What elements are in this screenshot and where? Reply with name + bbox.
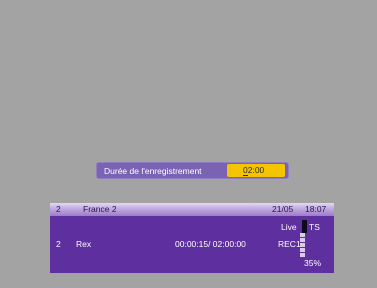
- level-segment: [300, 238, 305, 242]
- recording-slot-label: REC1: [278, 239, 301, 249]
- storage-level-percent: 35%: [304, 258, 322, 268]
- clock-display: 18:07: [305, 204, 327, 214]
- recording-duration-dialog: Durée de l'enregistrement 02:00: [96, 162, 289, 179]
- channel-number: 2: [56, 204, 61, 214]
- timeshift-label: TS: [309, 222, 320, 232]
- level-segment: [300, 253, 305, 257]
- recording-duration-value: 02:00: [243, 165, 265, 175]
- recording-progress-time: 00:00:15/ 02:00:00: [175, 239, 246, 249]
- program-number: 2: [56, 239, 61, 249]
- channel-info-bar: 2 France 2 21/05 18:07 Live TS 2 Rex 00:…: [50, 203, 334, 273]
- level-segment: [300, 243, 305, 247]
- level-segment: [300, 233, 305, 237]
- edit-cursor: [243, 175, 248, 176]
- recording-duration-input[interactable]: 02:00: [227, 164, 285, 177]
- program-name: Rex: [76, 239, 92, 249]
- channel-name: France 2: [83, 204, 117, 214]
- recording-duration-label: Durée de l'enregistrement: [104, 166, 202, 176]
- timeshift-marker: [302, 220, 307, 233]
- date-display: 21/05: [272, 204, 294, 214]
- live-label: Live: [281, 222, 297, 232]
- level-segment: [300, 248, 305, 252]
- info-bar-header: 2 France 2 21/05 18:07: [50, 203, 334, 216]
- tv-screen: Durée de l'enregistrement 02:00 2 France…: [0, 0, 377, 288]
